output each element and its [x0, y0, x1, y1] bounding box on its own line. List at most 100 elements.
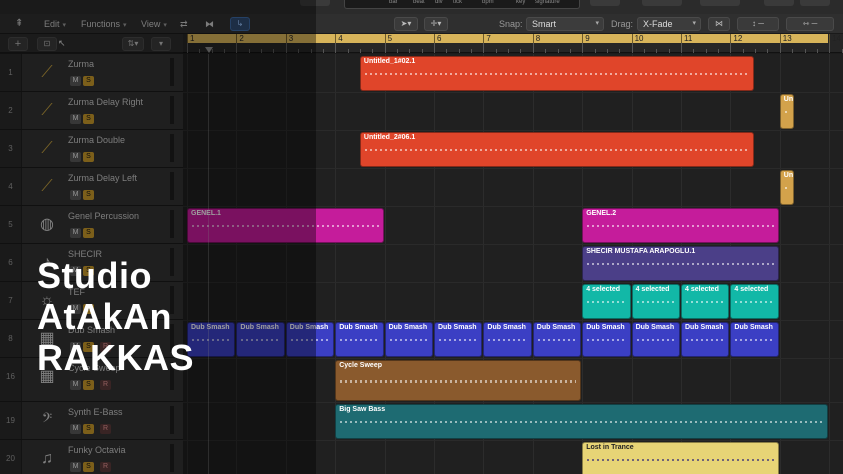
track-number: 1	[0, 54, 22, 91]
region[interactable]: Dub Smash	[483, 322, 532, 357]
waveform-zoom-icon[interactable]: ⋈	[708, 17, 730, 31]
region[interactable]: Dub Smash	[236, 322, 285, 357]
region[interactable]: 4 selected	[631, 284, 680, 319]
control-pill[interactable]	[800, 0, 830, 6]
track-header[interactable]: 3 ⟋ Zurma Double M S	[0, 130, 183, 168]
track-header[interactable]: 4 ⟋ Zurma Delay Left M S	[0, 168, 183, 206]
solo-button[interactable]: S	[83, 152, 94, 162]
snap-select[interactable]: Smart ▾	[526, 17, 604, 31]
edit-menu-label: Edit	[44, 19, 60, 29]
track-header[interactable]: 5 ◍ Genel Percussion M S	[0, 206, 183, 244]
global-tracks-icon[interactable]: ⊡	[37, 37, 57, 51]
ruler-tick	[199, 49, 201, 53]
control-pill[interactable]	[590, 0, 620, 6]
ruler-tick	[742, 49, 744, 53]
region[interactable]: 4 selected	[681, 284, 730, 319]
mute-button[interactable]: M	[70, 462, 81, 472]
region[interactable]: Dub Smash	[631, 322, 680, 357]
track-name: Zurma Delay Left	[68, 173, 138, 183]
playhead-handle[interactable]	[205, 47, 213, 53]
region[interactable]: Un	[779, 170, 794, 205]
region[interactable]: Lost in Trance	[582, 442, 779, 474]
region[interactable]: Dub Smash	[681, 322, 730, 357]
solo-button[interactable]: S	[83, 76, 94, 86]
region[interactable]: Dub Smash	[285, 322, 335, 357]
region[interactable]: Dub Smash	[187, 322, 236, 357]
catch-icon[interactable]: ⧓	[205, 17, 214, 31]
region[interactable]: Un	[779, 94, 794, 129]
functions-menu[interactable]: Functions ▾	[81, 17, 127, 31]
region-name: Dub Smash	[536, 324, 576, 331]
automation-icon[interactable]: ↳	[230, 17, 250, 31]
solo-button[interactable]: S	[83, 380, 94, 390]
horizontal-zoom-slider[interactable]: ⇿ ─	[786, 17, 834, 31]
record-enable-button[interactable]: R	[100, 380, 111, 390]
pointer-tool-icon[interactable]: ➤▾	[394, 17, 418, 31]
region[interactable]: Dub Smash	[384, 322, 433, 357]
solo-button[interactable]: S	[83, 114, 94, 124]
region-name: SHECIR MUSTAFA ARAPOGLU.1	[586, 248, 696, 255]
mute-button[interactable]: M	[70, 76, 81, 86]
region[interactable]: Big Saw Bass	[335, 404, 829, 439]
region[interactable]: Dub Smash	[582, 322, 631, 357]
region-name: Dub Smash	[487, 324, 526, 331]
solo-button[interactable]: S	[83, 228, 94, 238]
region[interactable]: Untitled_1#02.1	[359, 56, 755, 91]
track-name: Synth E-Bass	[68, 407, 123, 417]
edit-menu[interactable]: Edit ▾	[44, 17, 66, 31]
mute-button[interactable]: M	[70, 424, 81, 434]
ruler-bar-number: 11	[681, 34, 692, 43]
guitar-icon: ♫	[41, 450, 53, 467]
region[interactable]: Untitled_2#06.1	[359, 132, 755, 167]
ruler-bar-number: 14	[829, 34, 841, 43]
region-name: Untitled_2#06.1	[363, 134, 416, 141]
region-waveform	[587, 224, 774, 227]
ruler-tick	[569, 49, 571, 53]
track-header[interactable]: 1 ⟋ Zurma M S	[0, 54, 183, 92]
row-divider	[183, 130, 843, 131]
crosshair-tool-icon[interactable]: ✛▾	[424, 17, 448, 31]
mute-button[interactable]: M	[70, 228, 81, 238]
region-name: GENEL.1	[191, 210, 221, 217]
control-pill[interactable]	[300, 0, 330, 6]
mute-button[interactable]: M	[70, 380, 81, 390]
watermark-line: RAKKAS	[37, 337, 195, 378]
drag-select[interactable]: X-Fade ▾	[637, 17, 701, 31]
region[interactable]: Dub Smash	[434, 322, 483, 357]
region-waveform	[784, 186, 789, 189]
track-header[interactable]: 20 ♫ Funky Octavia M S R	[0, 440, 183, 474]
record-enable-button[interactable]: R	[100, 462, 111, 472]
region[interactable]: Dub Smash	[730, 322, 779, 357]
region-waveform	[364, 72, 750, 75]
vertical-zoom-slider[interactable]: ↕ ─	[737, 17, 779, 31]
mute-button[interactable]: M	[70, 114, 81, 124]
region[interactable]: Cycle Sweep	[335, 360, 582, 401]
region[interactable]: Dub Smash	[335, 322, 384, 357]
bar-ruler[interactable]: 1 2 3 4 5 6 7 8 9 10 11 12 13 14	[183, 34, 843, 53]
mute-button[interactable]: M	[70, 190, 81, 200]
collapse-icon[interactable]: ▾	[151, 37, 171, 51]
track-header[interactable]: 19 𝄢 Synth E-Bass M S R	[0, 402, 183, 440]
flex-icon[interactable]: ⇄	[180, 17, 188, 31]
solo-button[interactable]: S	[83, 424, 94, 434]
region[interactable]: GENEL.1	[187, 208, 384, 243]
track-options-icon[interactable]: ⇅▾	[122, 37, 144, 51]
control-pill[interactable]	[642, 0, 682, 6]
control-pill[interactable]	[764, 0, 794, 6]
back-arrow-icon[interactable]: ⇞	[15, 17, 23, 31]
region[interactable]: SHECIR MUSTAFA ARAPOGLU.1	[582, 246, 779, 281]
ruler-tick	[224, 49, 226, 53]
region[interactable]: GENEL.2	[582, 208, 779, 243]
solo-button[interactable]: S	[83, 462, 94, 472]
region[interactable]: Dub Smash	[532, 322, 582, 357]
view-menu[interactable]: View ▾	[141, 17, 167, 31]
region[interactable]: 4 selected	[730, 284, 779, 319]
region[interactable]: 4 selected	[582, 284, 631, 319]
track-header[interactable]: 2 ⟋ Zurma Delay Right M S	[0, 92, 183, 130]
arrangement-area[interactable]: Untitled_1#02.1 Un Untitled_2#06.1 Un GENEL.…	[183, 54, 843, 474]
control-pill[interactable]	[700, 0, 740, 6]
add-track-icon[interactable]: +	[8, 37, 28, 51]
solo-button[interactable]: S	[83, 190, 94, 200]
mute-button[interactable]: M	[70, 152, 81, 162]
record-enable-button[interactable]: R	[100, 424, 111, 434]
